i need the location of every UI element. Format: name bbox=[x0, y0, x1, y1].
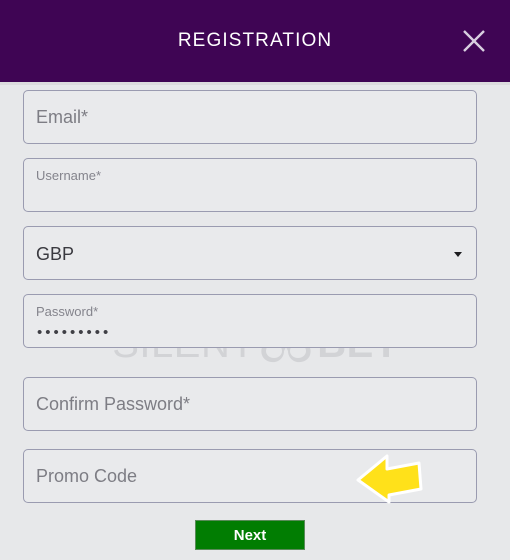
password-field[interactable]: Password* ••••••••• bbox=[23, 294, 477, 348]
close-button[interactable] bbox=[456, 23, 492, 59]
promo-code-placeholder: Promo Code bbox=[36, 466, 138, 486]
email-field[interactable]: Email* bbox=[23, 90, 477, 144]
promo-code-field[interactable]: Promo Code bbox=[23, 449, 477, 503]
page-title: REGISTRATION bbox=[177, 30, 333, 51]
chevron-down-icon[interactable] bbox=[454, 252, 462, 257]
confirm-password-placeholder: Confirm Password* bbox=[36, 394, 191, 414]
username-label: Username* bbox=[36, 168, 102, 183]
close-icon bbox=[461, 28, 487, 54]
password-label: Password* bbox=[36, 304, 99, 319]
modal-header: REGISTRATION bbox=[0, 0, 510, 82]
registration-form: SILENT BET Email* Username* GBP Password… bbox=[0, 85, 510, 560]
password-masked-value: ••••••••• bbox=[37, 324, 112, 341]
confirm-password-field[interactable]: Confirm Password* bbox=[23, 377, 477, 431]
currency-selected-value: GBP bbox=[36, 244, 75, 264]
username-field[interactable]: Username* bbox=[23, 158, 477, 212]
email-placeholder: Email* bbox=[36, 107, 89, 127]
currency-select[interactable]: GBP bbox=[23, 226, 477, 280]
next-button[interactable]: Next bbox=[195, 520, 305, 550]
